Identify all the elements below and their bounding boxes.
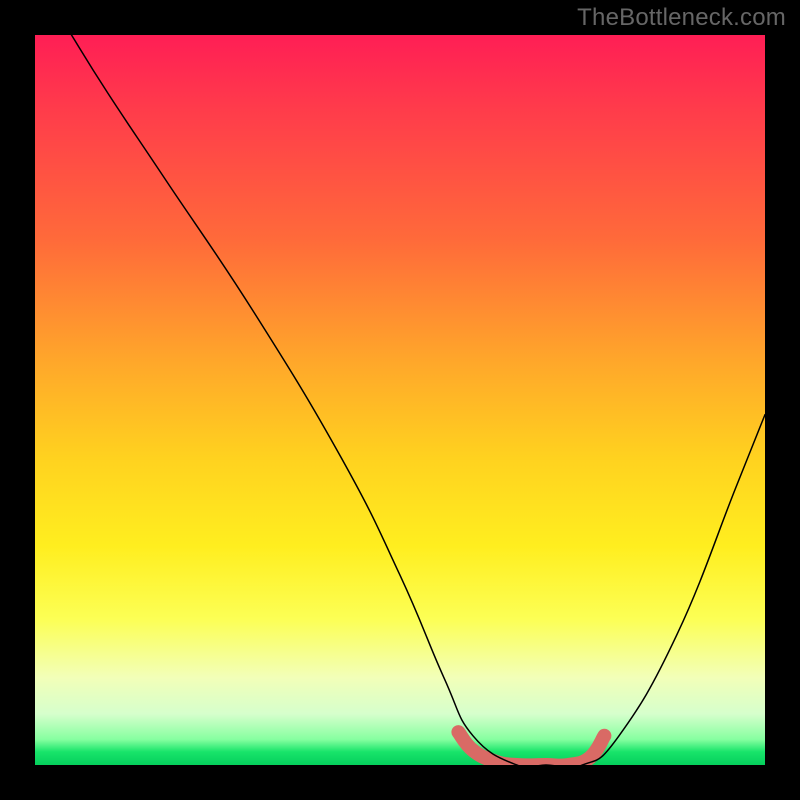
watermark-text: TheBottleneck.com (577, 4, 786, 32)
optimal-range-highlight (458, 732, 604, 765)
curve-layer (35, 35, 765, 765)
chart-frame: TheBottleneck.com (0, 0, 800, 800)
bottleneck-curve (72, 35, 766, 765)
plot-area (35, 35, 765, 765)
